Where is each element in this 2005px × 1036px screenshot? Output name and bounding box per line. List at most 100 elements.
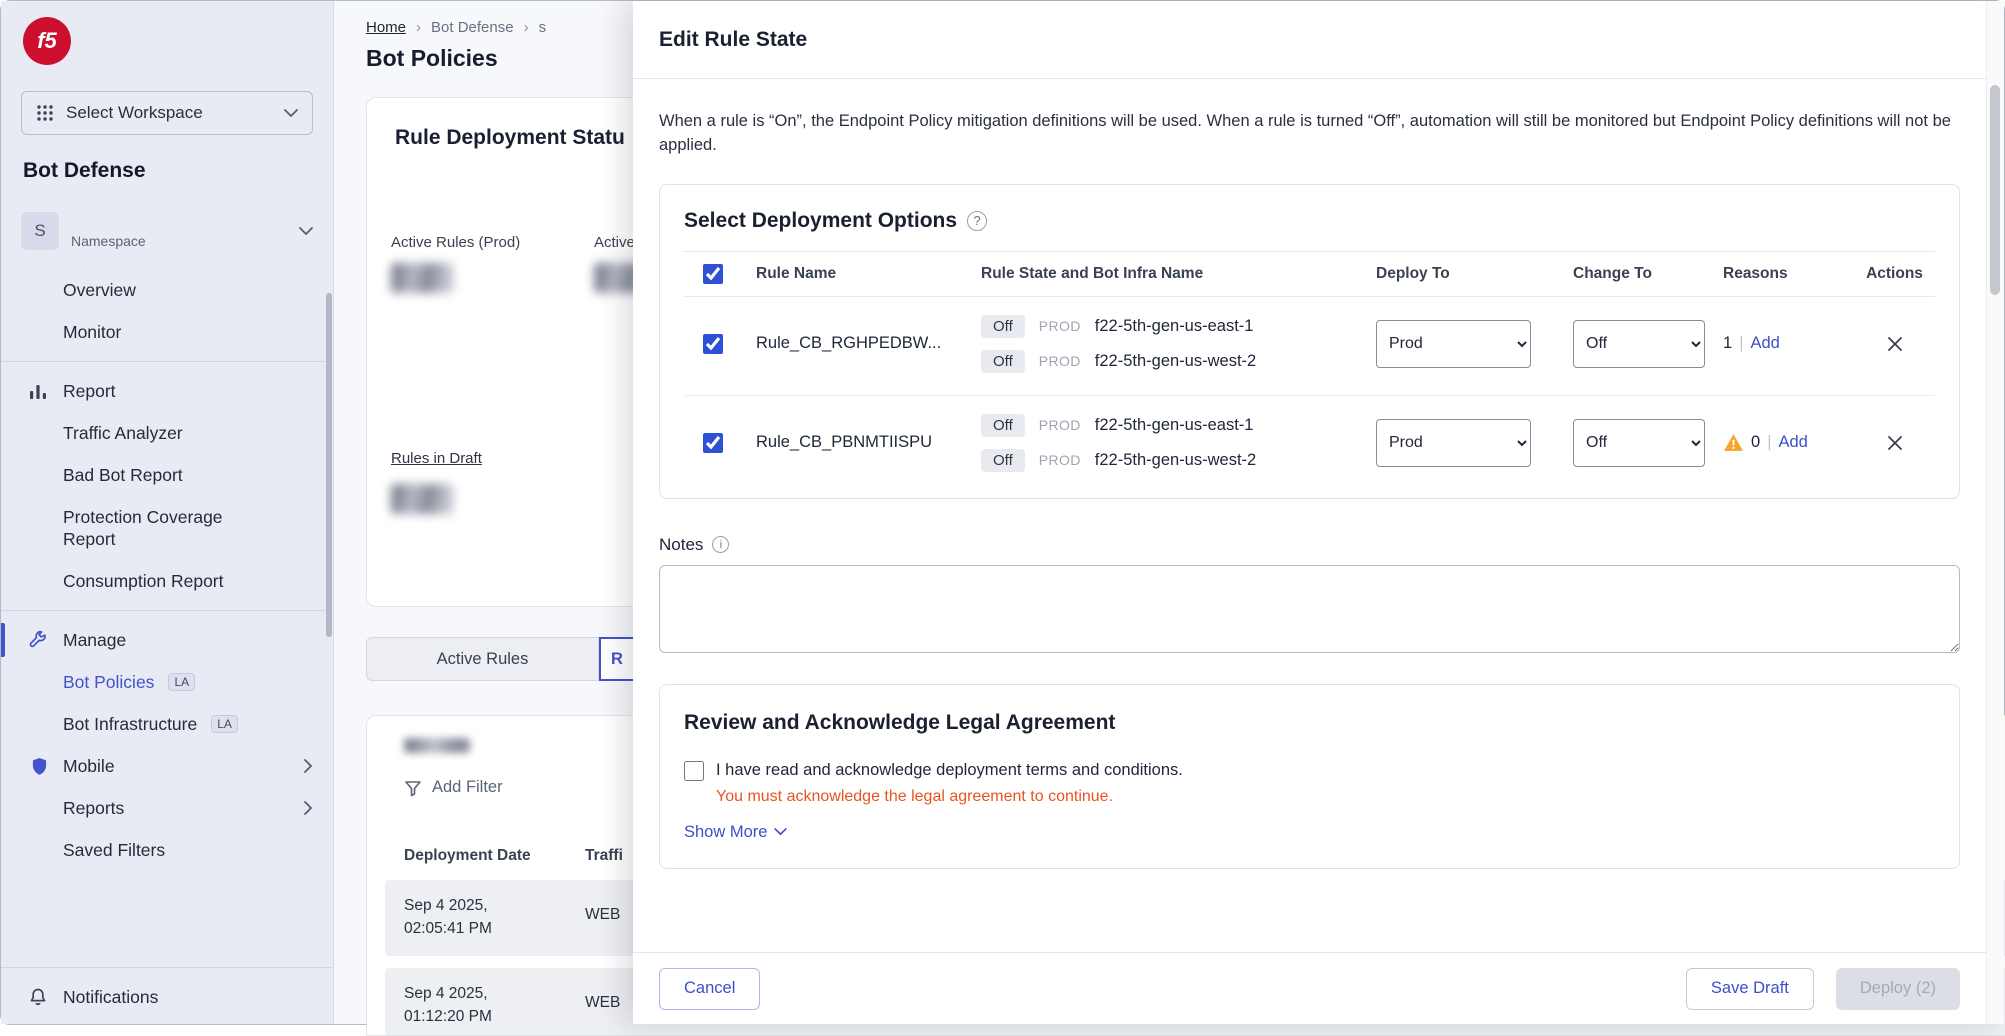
deploy-to-header: Deploy To xyxy=(1362,265,1559,283)
rule-name: Rule_CB_PBNMTIISPU xyxy=(742,433,967,452)
chevron-right-icon xyxy=(304,801,313,815)
reasons-cell: 1 | Add xyxy=(1709,334,1854,353)
infra-name: f22-5th-gen-us-west-2 xyxy=(1095,451,1256,470)
env-label: PROD xyxy=(1039,318,1081,334)
add-reason-link[interactable]: Add xyxy=(1750,334,1779,353)
rules-in-draft-value-redacted xyxy=(391,484,453,514)
breadcrumb-separator: › xyxy=(524,19,529,36)
actions-header: Actions xyxy=(1866,265,1923,283)
sidebar-section-report[interactable]: Report xyxy=(1,370,333,412)
deployment-date-cell: Sep 4 2025, 01:12:20 PM xyxy=(404,982,492,1028)
sidebar-item-label: Bad Bot Report xyxy=(63,464,183,486)
breadcrumb-bot-defense[interactable]: Bot Defense xyxy=(431,19,514,36)
funnel-icon xyxy=(404,779,422,797)
env-label: PROD xyxy=(1039,353,1081,369)
deploy-to-select[interactable]: Prod xyxy=(1376,320,1531,368)
namespace-selector[interactable]: S Namespace xyxy=(21,209,313,253)
workspace-selector[interactable]: Select Workspace xyxy=(21,91,313,135)
wrench-icon xyxy=(27,630,49,650)
rule-state-stack: Off PROD f22-5th-gen-us-east-1 Off PROD … xyxy=(967,414,1362,472)
rule-checkbox[interactable] xyxy=(703,433,723,453)
active-rules-prod-label: Active Rules (Prod) xyxy=(391,234,520,251)
legal-error-text: You must acknowledge the legal agreement… xyxy=(716,788,1935,806)
sidebar-section-manage[interactable]: Manage xyxy=(1,619,333,661)
select-all-checkbox[interactable] xyxy=(703,264,723,284)
rules-in-draft-link[interactable]: Rules in Draft xyxy=(391,450,482,467)
change-to-select[interactable]: Off xyxy=(1573,320,1705,368)
rule-state-badge: Off xyxy=(981,350,1025,373)
rule-checkbox[interactable] xyxy=(703,334,723,354)
help-icon[interactable] xyxy=(967,211,987,231)
cancel-button[interactable]: Cancel xyxy=(659,968,760,1010)
rule-state-badge: Off xyxy=(981,315,1025,338)
sidebar-item-label: Bot Policies xyxy=(63,671,154,693)
drawer-description: When a rule is “On”, the Endpoint Policy… xyxy=(659,110,1960,158)
drawer-header: Edit Rule State xyxy=(633,1,2004,79)
add-filter-button[interactable]: Add Filter xyxy=(404,778,503,797)
deployment-date-header: Deployment Date xyxy=(404,847,531,865)
rule-state-header: Rule State and Bot Infra Name xyxy=(967,265,1362,283)
sidebar-nav: Overview Monitor Report Traffic Analyzer… xyxy=(1,269,333,871)
reasons-count: 1 xyxy=(1723,334,1732,353)
sidebar-item-bot-infrastructure[interactable]: Bot Infrastructure LA xyxy=(1,703,333,745)
sidebar-item-consumption-report[interactable]: Consumption Report xyxy=(1,560,333,602)
info-icon[interactable] xyxy=(712,536,729,553)
legal-checkbox[interactable] xyxy=(684,761,704,781)
active-rules-prod-value-redacted xyxy=(391,263,453,293)
env-label: PROD xyxy=(1039,417,1081,433)
deploy-button[interactable]: Deploy (2) xyxy=(1836,968,1960,1010)
notes-label: Notes xyxy=(659,535,703,555)
chevron-down-icon xyxy=(774,828,787,836)
deployment-rule-row: Rule_CB_RGHPEDBW... Off PROD f22-5th-gen… xyxy=(684,297,1935,396)
remove-rule-icon[interactable] xyxy=(1881,330,1909,358)
reasons-header: Reasons xyxy=(1709,265,1854,283)
legal-checkbox-row: I have read and acknowledge deployment t… xyxy=(684,761,1935,781)
sidebar-item-reports[interactable]: Reports xyxy=(1,787,333,829)
sidebar-item-bad-bot-report[interactable]: Bad Bot Report xyxy=(1,454,333,496)
reasons-divider: | xyxy=(1767,433,1771,452)
sidebar-bottom: Notifications xyxy=(1,959,333,1018)
sidebar-section-label: Report xyxy=(63,380,116,402)
show-more-link[interactable]: Show More xyxy=(684,823,787,842)
item-count-redacted xyxy=(404,738,470,753)
sidebar-scrollbar-thumb[interactable] xyxy=(326,293,332,637)
deploy-to-select[interactable]: Prod xyxy=(1376,419,1531,467)
rule-state-badge: Off xyxy=(981,449,1025,472)
rule-name-header: Rule Name xyxy=(742,265,967,283)
workspace-label: Select Workspace xyxy=(66,103,203,123)
notes-block: Notes xyxy=(659,535,1960,658)
edit-rule-state-drawer: Edit Rule State When a rule is “On”, the… xyxy=(633,1,2004,1024)
env-label: PROD xyxy=(1039,452,1081,468)
sidebar-section-label: Manage xyxy=(63,629,126,651)
sidebar-item-protection-coverage-report[interactable]: Protection Coverage Report xyxy=(1,496,333,560)
drawer-scrollbar-thumb[interactable] xyxy=(1990,85,2000,295)
sidebar-item-label: Mobile xyxy=(63,755,115,777)
bar-chart-icon xyxy=(27,381,49,401)
sidebar-item-notifications[interactable]: Notifications xyxy=(1,976,333,1018)
divider xyxy=(1,610,333,611)
save-draft-button[interactable]: Save Draft xyxy=(1686,968,1814,1010)
add-reason-link[interactable]: Add xyxy=(1778,433,1807,452)
shield-icon xyxy=(31,757,49,776)
infra-name: f22-5th-gen-us-west-2 xyxy=(1095,352,1256,371)
grid-icon xyxy=(36,104,54,122)
drawer-scrollbar-track xyxy=(1986,1,2004,1024)
legal-agreement-card: Review and Acknowledge Legal Agreement I… xyxy=(659,684,1960,869)
sidebar-item-bot-policies[interactable]: Bot Policies LA xyxy=(1,661,333,703)
deployment-rule-row: Rule_CB_PBNMTIISPU Off PROD f22-5th-gen-… xyxy=(684,396,1935,494)
product-title: Bot Defense xyxy=(23,159,146,183)
change-to-select[interactable]: Off xyxy=(1573,419,1705,467)
sidebar-item-overview[interactable]: Overview xyxy=(1,269,333,311)
sidebar-item-label: Consumption Report xyxy=(63,570,224,592)
sidebar-item-saved-filters[interactable]: Saved Filters xyxy=(1,829,333,871)
traffic-cell: WEB xyxy=(585,994,620,1012)
sidebar-item-label: Saved Filters xyxy=(63,839,165,861)
tab-active-rules[interactable]: Active Rules xyxy=(366,637,599,681)
sidebar-item-monitor[interactable]: Monitor xyxy=(1,311,333,353)
sidebar-item-mobile[interactable]: Mobile xyxy=(1,745,333,787)
remove-rule-icon[interactable] xyxy=(1881,429,1909,457)
breadcrumb-home[interactable]: Home xyxy=(366,19,406,36)
f5-logo[interactable]: f5 xyxy=(23,17,71,65)
notes-textarea[interactable] xyxy=(659,565,1960,653)
sidebar-item-traffic-analyzer[interactable]: Traffic Analyzer xyxy=(1,412,333,454)
